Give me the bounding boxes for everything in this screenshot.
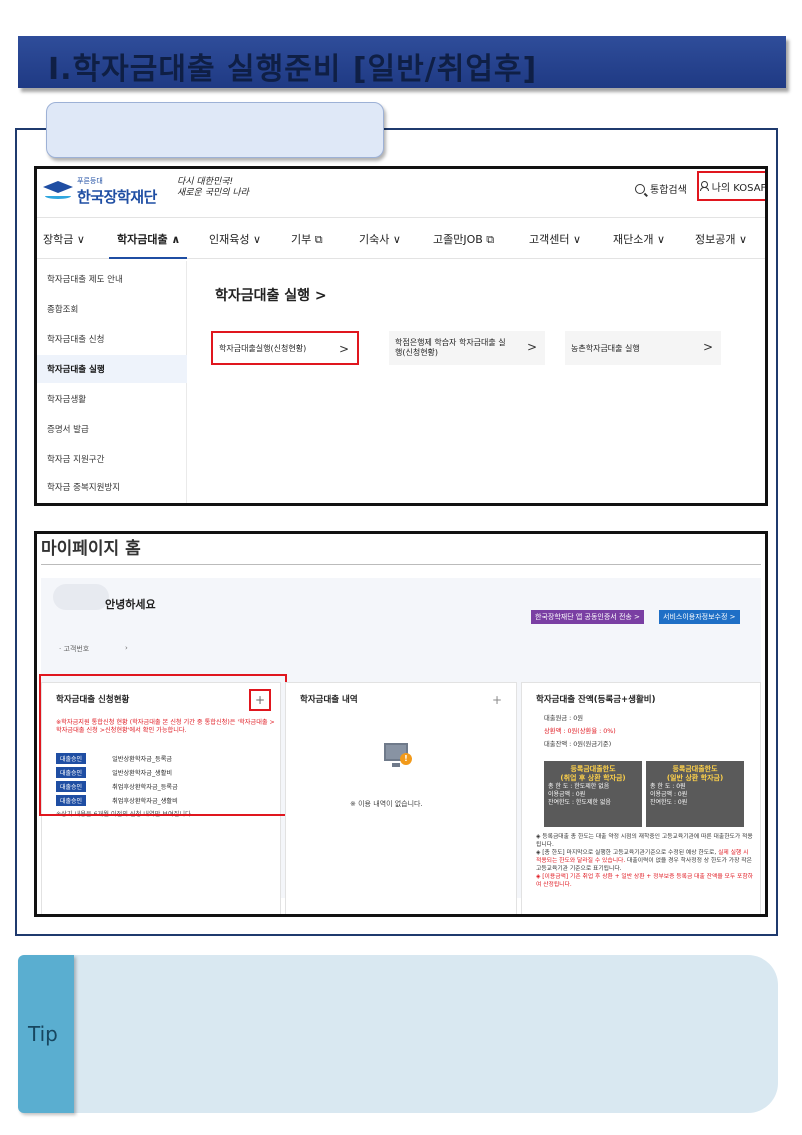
gnb-about[interactable]: 재단소개 ∨ — [613, 231, 665, 247]
side-item-loan-guide[interactable]: 학자금대출 제도 안내 — [47, 273, 123, 285]
integrated-search-button[interactable]: 통합검색 — [635, 181, 687, 196]
logo-tagline: 푸른등대 — [77, 176, 103, 185]
tuition-limit-icl-box: 등록금대출한도 (취업 후 상환 학자금) 총 한 도 : 한도제한 없음 이용… — [544, 761, 642, 827]
loan-execute-heading: 학자금대출 실행 > — [215, 288, 327, 304]
desc-line-3: ◈ [이용금액] 기존 취업 후 상환 + 일반 상환 + 정부보증 등록금 대… — [536, 873, 754, 889]
slogan-line-2: 새로운 국민의 나라 — [177, 188, 249, 198]
limit-remaining: 잔여한도 : 한도제한 없음 — [548, 799, 611, 806]
kosaf-site-screenshot: 푸른등대 한국장학재단 다시 대한민국! 새로운 국민의 나라 통합검색 나의 … — [34, 166, 768, 506]
side-item-loan-execute[interactable]: 학자금대출 실행 — [47, 363, 105, 375]
site-header: 푸른등대 한국장학재단 다시 대한민국! 새로운 국민의 나라 통합검색 나의 … — [37, 169, 765, 211]
my-kosaf-button[interactable]: 나의 KOSAF — [697, 171, 767, 201]
limit-description: ◈ 등록금대출 총 한도는 대출 약정 시점의 재학중인 고등교육기관에 따른 … — [536, 833, 754, 889]
side-item-certificate[interactable]: 증명서 발급 — [47, 423, 89, 435]
loan-history-panel: 학자금대출 내역 + ! ※ 이용 내역이 없습니다. — [285, 682, 517, 914]
expand-application-status-button[interactable]: + — [249, 689, 271, 711]
principal-amount: 대출원금 : 0원 — [544, 715, 584, 722]
side-item-loan-apply[interactable]: 학자금대출 신청 — [47, 333, 104, 345]
loan-balance: 대출잔액 : 0원(원금기준) — [544, 741, 612, 748]
gnb-talent[interactable]: 인재육성 ∨ — [209, 231, 261, 247]
customer-number-arrow: › — [125, 644, 128, 652]
plus-icon: + — [254, 693, 266, 707]
tip-box — [70, 955, 778, 1113]
chevron-right-icon: > — [702, 340, 713, 354]
side-menu: 학자금대출 제도 안내 종합조회 학자금대출 신청 학자금대출 실행 학자금생활… — [37, 261, 187, 503]
slogan: 다시 대한민국! 새로운 국민의 나라 — [177, 177, 249, 199]
logo-name: 한국장학재단 — [77, 187, 157, 206]
card-label: 학점은행제 학습자 학자금대출 실행(신청현황) — [395, 338, 506, 357]
banner-title-text: 학자금대출 실행준비 [일반/취업후] — [72, 52, 538, 87]
tuition-limit-general-box: 등록금대출한도 (일반 상환 학자금) 총 한 도 : 0원 이용금액 : 0원… — [646, 761, 744, 827]
chevron-right-icon: > — [338, 342, 349, 356]
global-nav: 장학금 ∨ 학자금대출 ∧ 인재육성 ∨ 기부 ⧉ 기숙사 ∨ 고졸만JOB ⧉… — [37, 217, 765, 259]
panel-title: 학자금대출 내역 — [300, 695, 358, 705]
limit-remaining: 잔여한도 : 0원 — [650, 799, 688, 806]
expand-loan-history-button[interactable]: + — [492, 693, 502, 707]
mypage-title: 마이페이지 홈 — [41, 539, 141, 559]
card-credit-bank-loan-execute[interactable]: 학점은행제 학습자 학자금대출 실행(신청현황) > — [389, 331, 545, 365]
title-banner: Ⅰ. 학자금대출 실행준비 [일반/취업후] — [18, 36, 786, 88]
divider — [41, 564, 761, 565]
gnb-dormitory[interactable]: 기숙사 ∨ — [359, 231, 401, 247]
my-kosaf-label: 나의 KOSAF — [711, 182, 767, 194]
gnb-disclosure[interactable]: 정보공개 ∨ — [695, 231, 747, 247]
side-item-support-tier[interactable]: 학자금 지원구간 — [47, 453, 104, 465]
card-loan-execute-status[interactable]: 학자금대출실행(신청현황) > — [211, 331, 359, 365]
card-label: 농촌학자금대출 실행 — [571, 343, 640, 353]
limit-used: 이용금액 : 0원 — [548, 791, 586, 798]
banner-title: Ⅰ. 학자금대출 실행준비 [일반/취업후] — [48, 44, 537, 88]
kosaf-logo-icon — [41, 179, 75, 203]
desc-2a: ◈ [총 한도] 마지막으로 실행한 고등교육기관기준으로 수정된 예상 한도로… — [536, 850, 717, 856]
gnb-job[interactable]: 고졸만JOB ⧉ — [433, 231, 494, 247]
limit-box-title: 등록금대출한도 (취업 후 상환 학자금) — [560, 765, 626, 782]
gnb-student-loan[interactable]: 학자금대출 ∧ — [117, 231, 180, 247]
desc-line-2: ◈ [총 한도] 마지막으로 실행한 고등교육기관기준으로 수정된 예상 한도로… — [536, 849, 754, 873]
desc-3a: ◈ [이용금액] 기존 취업 후 상환 + 일반 상환 + 정부보증 — [536, 874, 675, 880]
card-rural-loan-execute[interactable]: 농촌학자금대출 실행 > — [565, 331, 721, 365]
loan-balance-panel: 학자금대출 잔액(등록금+생활비) 대출원금 : 0원 상환액 : 0원(상환율… — [521, 682, 761, 914]
side-item-duplicate-prevention[interactable]: 학자금 중복지원방지 — [47, 481, 120, 493]
empty-history-text: ※ 이용 내역이 없습니다. — [350, 800, 423, 808]
greeting: 안녕하세요 — [105, 598, 156, 611]
user-info-edit-button[interactable]: 서비스이용자정보수정 > — [659, 610, 740, 624]
desc-line-1: ◈ 등록금대출 총 한도는 대출 약정 시점의 재학중인 고등교육기관에 따른 … — [536, 834, 753, 848]
app-cert-transfer-button[interactable]: 한국장학재단 앱 공동인증서 전송 > — [531, 610, 644, 624]
panel-title: 학자금대출 잔액(등록금+생활비) — [536, 695, 656, 705]
search-icon — [635, 183, 645, 194]
customer-number-text: 고객번호 — [63, 645, 90, 653]
banner-title-prefix: Ⅰ. — [48, 52, 73, 87]
limit-total: 총 한 도 : 한도제한 없음 — [548, 783, 610, 790]
subtitle-tab — [46, 102, 384, 158]
repaid-amount: 상환액 : 0원(상환율 : 0%) — [544, 728, 616, 735]
limit-total: 총 한 도 : 0원 — [650, 783, 686, 790]
limit-used: 이용금액 : 0원 — [650, 791, 688, 798]
customer-number-label: · 고객번호 — [59, 645, 90, 653]
kosaf-logo[interactable]: 푸른등대 한국장학재단 — [41, 175, 157, 207]
tip-label: Tip — [28, 1022, 58, 1046]
side-item-overview[interactable]: 종합조회 — [47, 303, 78, 315]
user-name-blurred — [53, 584, 109, 610]
side-item-student-life[interactable]: 학자금생활 — [47, 393, 86, 405]
gnb-active-indicator — [109, 257, 187, 259]
mypage-screenshot: 마이페이지 홈 안녕하세요 한국장학재단 앱 공동인증서 전송 > 서비스이용자… — [34, 531, 768, 917]
chevron-right-icon: > — [526, 340, 537, 354]
slogan-line-1: 다시 대한민국! — [177, 177, 234, 187]
warning-icon: ! — [400, 753, 412, 765]
user-icon — [699, 181, 709, 191]
gnb-scholarship[interactable]: 장학금 ∨ — [43, 231, 85, 247]
search-label: 통합검색 — [650, 185, 687, 196]
card-label: 학자금대출실행(신청현황) — [219, 343, 307, 353]
gnb-donation[interactable]: 기부 ⧉ — [291, 231, 323, 247]
limit-box-title: 등록금대출한도 (일반 상환 학자금) — [666, 765, 724, 782]
gnb-customer-center[interactable]: 고객센터 ∨ — [529, 231, 581, 247]
